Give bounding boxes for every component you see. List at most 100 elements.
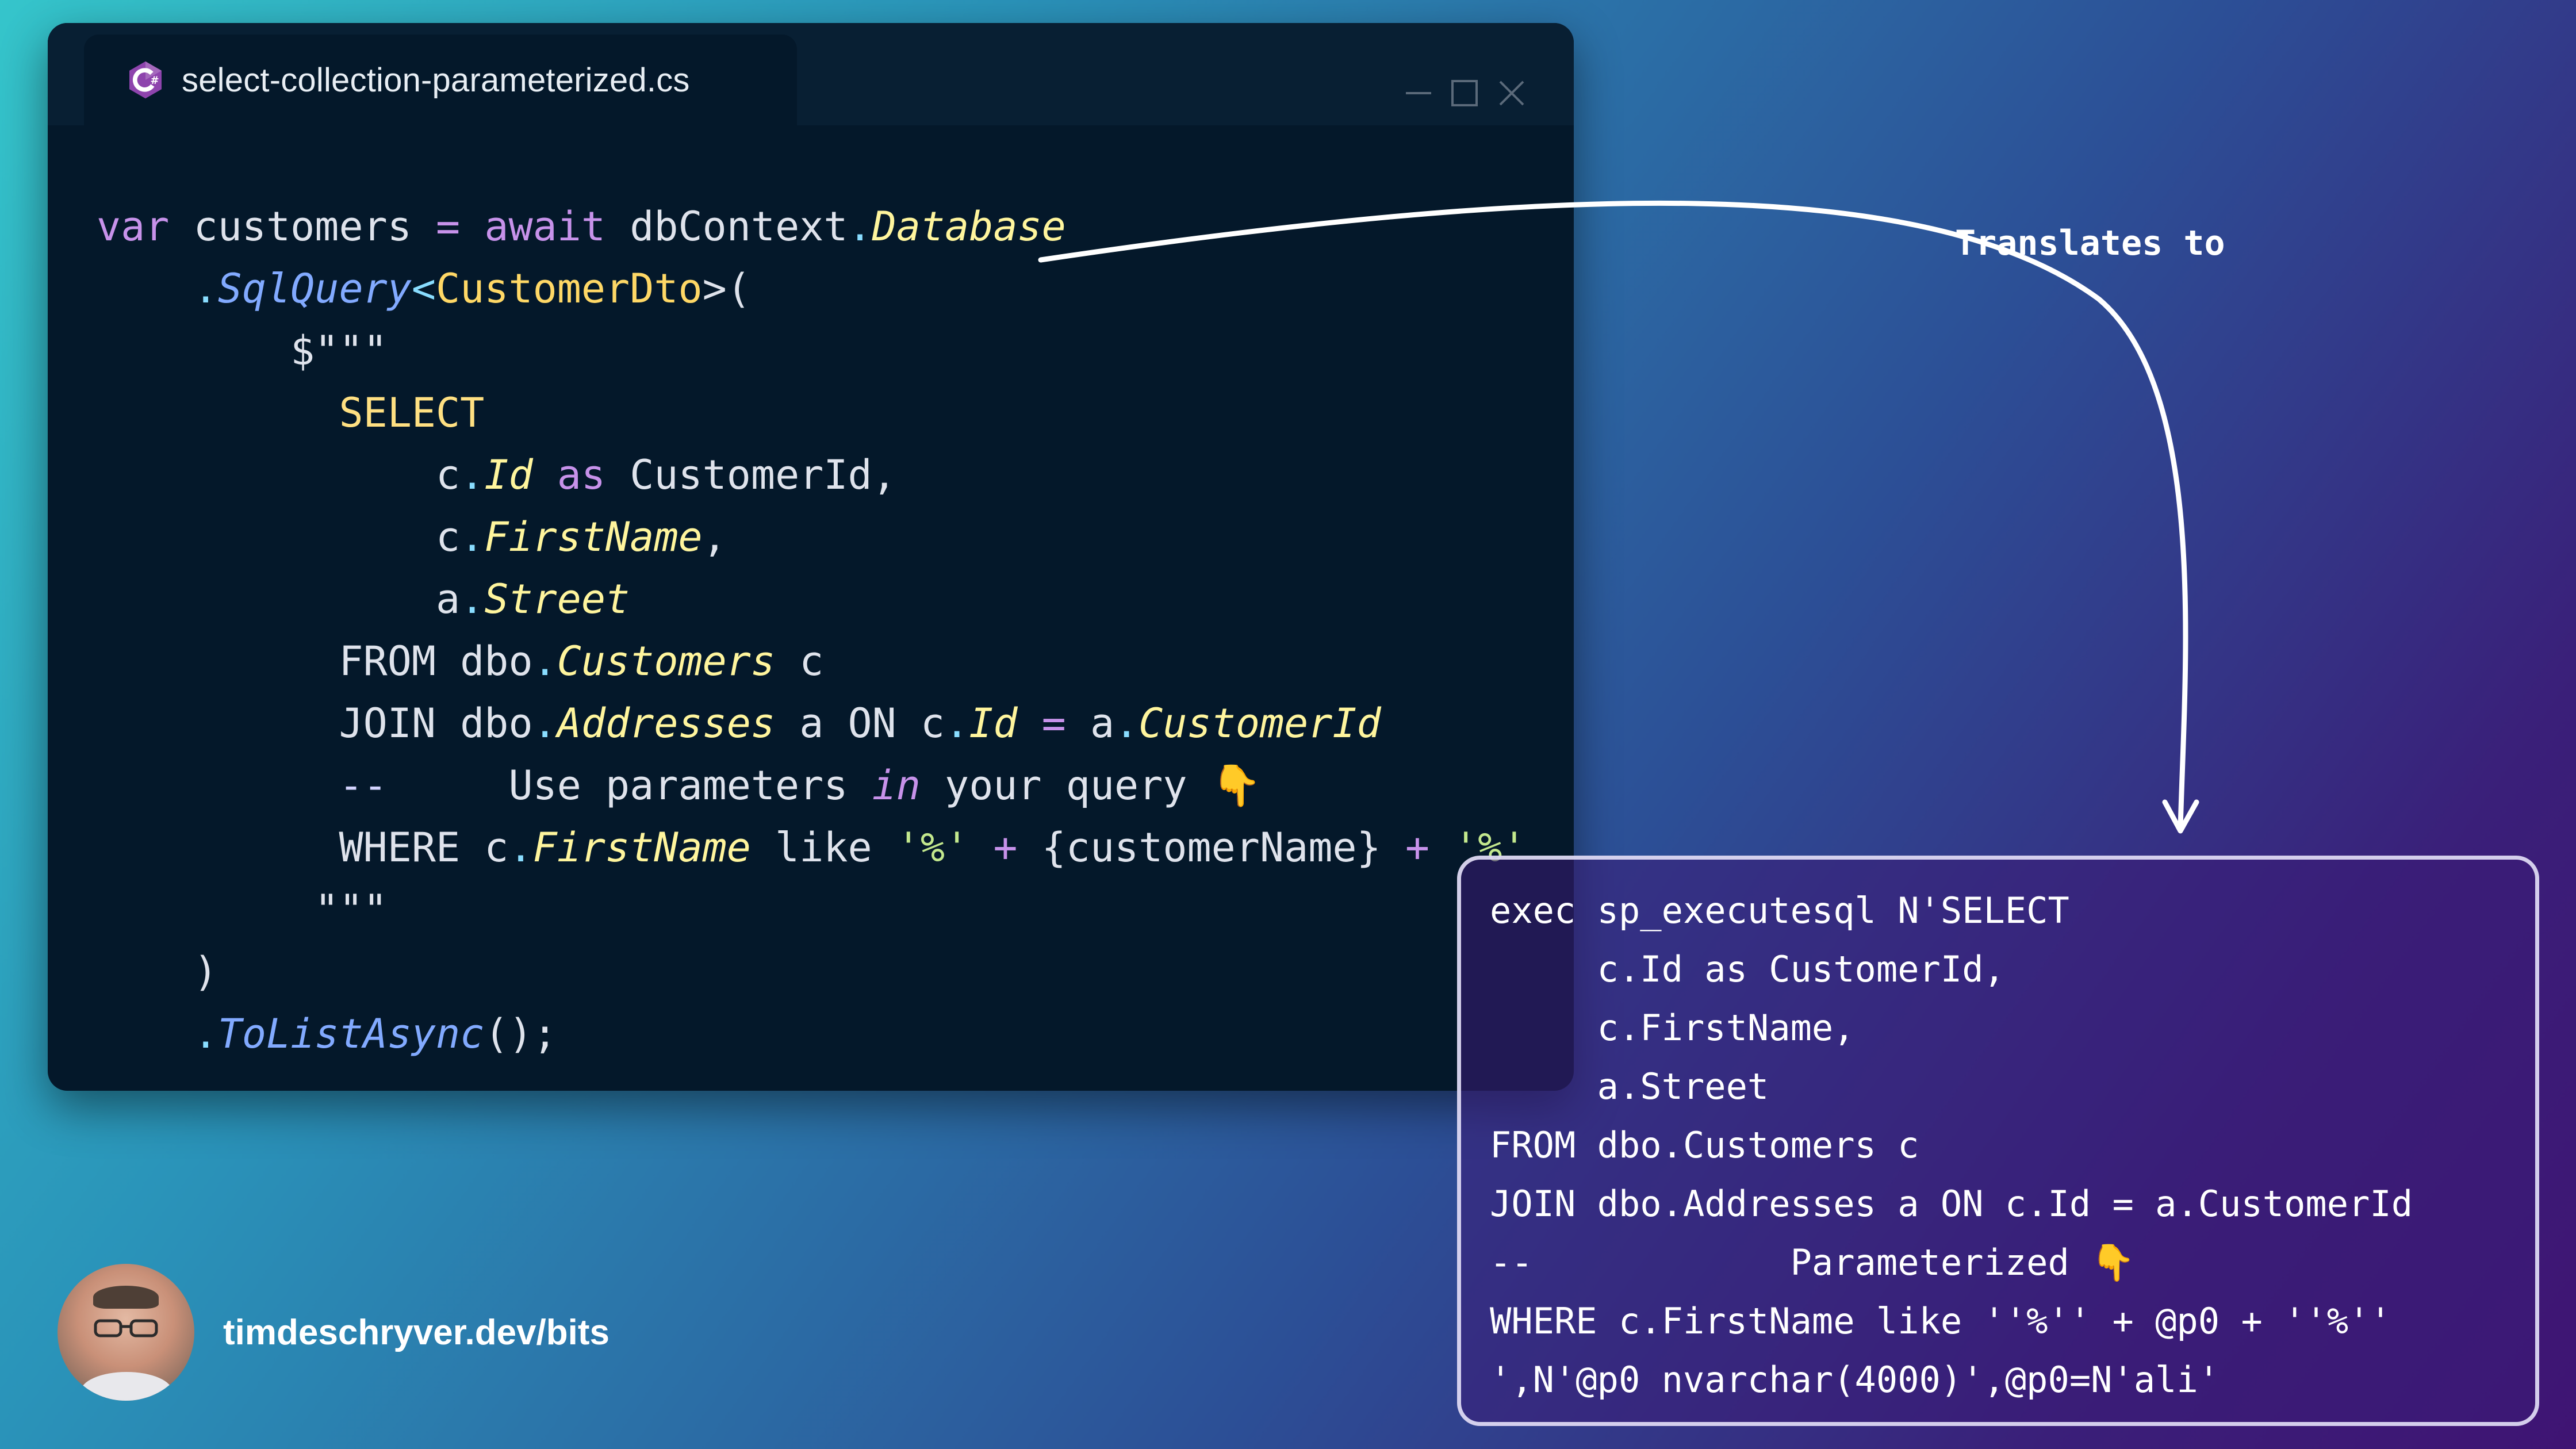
token: . bbox=[193, 1010, 218, 1057]
token: < bbox=[411, 265, 436, 312]
token: c bbox=[436, 451, 461, 499]
token: Street bbox=[484, 576, 630, 623]
sql-line: c.FirstName, bbox=[1490, 1007, 1855, 1049]
author-link[interactable]: timdeschryver.dev/bits bbox=[223, 1312, 610, 1353]
editor-tab[interactable]: # select-collection-parameterized.cs bbox=[84, 34, 797, 125]
code-line-4: SELECT bbox=[97, 382, 1527, 444]
author-badge: timdeschryver.dev/bits bbox=[57, 1264, 610, 1401]
close-icon[interactable] bbox=[1494, 76, 1529, 110]
token: . bbox=[460, 513, 485, 561]
token: FirstName bbox=[532, 824, 751, 871]
minimize-icon[interactable] bbox=[1401, 76, 1436, 110]
tab-title: select-collection-parameterized.cs bbox=[182, 61, 690, 99]
token: . bbox=[945, 700, 969, 747]
token: + bbox=[969, 824, 1042, 871]
code-line-3: $""" bbox=[97, 320, 1527, 382]
sql-line: ',N'@p0 nvarchar(4000)',@p0=N'ali' bbox=[1490, 1359, 2220, 1401]
token: Id bbox=[969, 700, 1018, 747]
token: await bbox=[460, 203, 606, 250]
token: Id bbox=[484, 451, 533, 499]
translates-to-label: Translates to bbox=[1955, 223, 2225, 263]
token: CustomerId bbox=[1138, 700, 1381, 747]
code-line-5: c.Id as CustomerId, bbox=[97, 444, 1527, 506]
token: c bbox=[775, 638, 824, 685]
token: . bbox=[460, 451, 485, 499]
token: . bbox=[848, 203, 872, 250]
token: SqlQuery bbox=[217, 265, 412, 312]
sql-line: FROM dbo.Customers c bbox=[1490, 1124, 1919, 1166]
token: FirstName bbox=[484, 513, 703, 561]
token: JOIN dbo bbox=[339, 700, 533, 747]
token: dbContext bbox=[605, 203, 848, 250]
token: a bbox=[436, 576, 461, 623]
token: (); bbox=[484, 1010, 557, 1057]
token: CustomerId, bbox=[605, 451, 896, 499]
csharp-icon: # bbox=[129, 61, 162, 99]
token: a bbox=[1090, 700, 1115, 747]
code-editor: var customers = await dbContext.Database… bbox=[97, 195, 1527, 1065]
token: . bbox=[1114, 700, 1139, 747]
maximize-icon[interactable] bbox=[1447, 76, 1482, 110]
token: , bbox=[702, 513, 727, 561]
token: = bbox=[436, 203, 461, 250]
token: a ON c bbox=[775, 700, 945, 747]
token: Database bbox=[872, 203, 1066, 250]
token: . bbox=[532, 638, 557, 685]
token: """ bbox=[315, 886, 388, 933]
token: -- bbox=[339, 762, 388, 809]
token: + bbox=[1381, 824, 1454, 871]
code-line-14: .ToListAsync(); bbox=[97, 1003, 1527, 1065]
code-window: # select-collection-parameterized.cs var… bbox=[48, 23, 1574, 1091]
sql-line: JOIN dbo.Addresses a ON c.Id = a.Custome… bbox=[1490, 1183, 2413, 1225]
token: as bbox=[532, 451, 606, 499]
token: WHERE c bbox=[339, 824, 509, 871]
token: like bbox=[750, 824, 896, 871]
token: Use parameters bbox=[387, 762, 872, 809]
token: . bbox=[532, 700, 557, 747]
token: CustomerDto bbox=[436, 265, 703, 312]
title-bar: # select-collection-parameterized.cs bbox=[48, 23, 1574, 125]
code-line-10: -- Use parameters in your query 👇 bbox=[97, 754, 1527, 816]
sql-line: WHERE c.FirstName like ''%'' + @p0 + ''%… bbox=[1490, 1300, 2391, 1342]
avatar-shirt bbox=[80, 1372, 172, 1401]
token: . bbox=[193, 265, 218, 312]
token: in bbox=[872, 762, 921, 809]
sql-line: c.Id as CustomerId, bbox=[1490, 948, 2005, 990]
code-line-12: """ bbox=[97, 879, 1527, 941]
sql-line: exec sp_executesql N'SELECT bbox=[1490, 890, 2069, 931]
code-line-13: ) bbox=[97, 941, 1527, 1003]
token: '%' bbox=[896, 824, 969, 871]
token: c bbox=[436, 513, 461, 561]
token: >( bbox=[702, 265, 751, 312]
token: customers bbox=[169, 203, 436, 250]
pointing-down-icon: 👇 bbox=[1211, 762, 1262, 809]
code-line-9: JOIN dbo.Addresses a ON c.Id = a.Custome… bbox=[97, 692, 1527, 754]
code-line-7: a.Street bbox=[97, 568, 1527, 630]
token: $""" bbox=[290, 327, 388, 374]
code-line-2: .SqlQuery<CustomerDto>( bbox=[97, 258, 1527, 320]
token: your query bbox=[920, 762, 1212, 809]
token: SELECT bbox=[339, 389, 485, 436]
code-line-1: var customers = await dbContext.Database bbox=[97, 195, 1527, 258]
code-line-11: WHERE c.FirstName like '%' + {customerNa… bbox=[97, 816, 1526, 879]
token: ) bbox=[193, 948, 218, 995]
svg-text:#: # bbox=[150, 75, 159, 87]
token: Addresses bbox=[557, 700, 776, 747]
sql-line: -- Parameterized 👇 bbox=[1490, 1241, 2136, 1283]
avatar-hair bbox=[93, 1286, 159, 1309]
token: Customers bbox=[557, 638, 776, 685]
token: . bbox=[460, 576, 485, 623]
token: FROM dbo bbox=[339, 638, 533, 685]
code-line-6: c.FirstName, bbox=[97, 506, 1527, 568]
token: var bbox=[97, 203, 170, 250]
code-line-8: FROM dbo.Customers c bbox=[97, 630, 1527, 692]
sql-output-box: exec sp_executesql N'SELECT c.Id as Cust… bbox=[1457, 856, 2539, 1426]
sql-line: a.Street bbox=[1490, 1065, 1769, 1107]
sql-output-code: exec sp_executesql N'SELECT c.Id as Cust… bbox=[1490, 881, 2413, 1409]
glasses-icon bbox=[94, 1319, 158, 1337]
token: {customerName} bbox=[1041, 824, 1381, 871]
avatar bbox=[57, 1264, 194, 1401]
token: ToListAsync bbox=[217, 1010, 485, 1057]
token: = bbox=[1017, 700, 1090, 747]
token: . bbox=[508, 824, 533, 871]
